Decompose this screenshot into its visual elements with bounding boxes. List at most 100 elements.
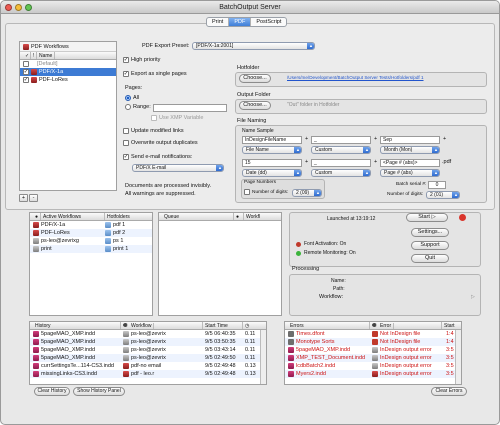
naming-popup-2[interactable]: Custom ▲ bbox=[311, 146, 371, 154]
naming-popup-4[interactable]: Date (dd) ▲ bbox=[242, 169, 302, 177]
serial-digits-popup[interactable]: 2 (01) ▲ bbox=[426, 191, 460, 199]
minimize-window-button[interactable] bbox=[15, 4, 22, 11]
column-history[interactable]: History bbox=[33, 322, 121, 329]
naming-field-6[interactable]: <Page # (abs)> bbox=[380, 159, 440, 167]
page-numbers-label: Page Numbers bbox=[244, 180, 276, 185]
workflow-item-default[interactable]: [Default] bbox=[20, 60, 116, 68]
errors-scrollbar[interactable] bbox=[455, 330, 461, 384]
pages-all-radio[interactable] bbox=[125, 95, 131, 101]
preset-popup[interactable]: [PDF/X-1a:2001] ▲ bbox=[192, 42, 315, 50]
range-field[interactable] bbox=[153, 104, 227, 112]
send-email-option[interactable]: Send e-mail notifications: bbox=[123, 154, 192, 160]
send-email-checkbox[interactable] bbox=[123, 154, 129, 160]
show-history-panel-button[interactable]: Show History Panel bbox=[73, 387, 125, 396]
overwrite-option[interactable]: Overwrite output duplicates bbox=[123, 140, 198, 146]
column-workflow[interactable]: Workfl bbox=[244, 213, 262, 220]
hotfolder-path-link[interactable]: /Users/me/Development/BatchOutput Server… bbox=[287, 75, 424, 80]
processing-workflow-label: Workflow: bbox=[319, 294, 344, 300]
page-digits-checkbox[interactable] bbox=[244, 189, 250, 195]
update-links-checkbox[interactable] bbox=[123, 128, 129, 134]
tab-pdf[interactable]: PDF bbox=[229, 18, 252, 26]
workflow-enabled-checkbox[interactable] bbox=[23, 61, 29, 67]
error-row[interactable]: Monotype Sorts Not InDesign file 1:4 bbox=[285, 338, 461, 346]
column-start-time[interactable]: Start Time bbox=[203, 322, 243, 329]
history-row[interactable]: 5pageMAO_XMP.indd ps-leo@zevrix 9/5 06:40:… bbox=[30, 330, 266, 338]
output-choose-button[interactable]: Choose... bbox=[239, 101, 271, 110]
clear-history-button[interactable]: Clear History bbox=[34, 387, 70, 396]
active-workflow-row[interactable]: print print 1 bbox=[30, 245, 152, 253]
naming-field-1[interactable]: InDesignFileName bbox=[242, 136, 302, 144]
naming-popup-1[interactable]: File Name ▲ bbox=[242, 146, 302, 154]
remove-workflow-button[interactable]: - bbox=[29, 194, 38, 202]
error-row[interactable]: Myers2.indd InDesign output error 3:5 bbox=[285, 370, 461, 378]
naming-field-5[interactable]: _ bbox=[311, 159, 371, 167]
high-priority-checkbox[interactable] bbox=[123, 57, 129, 63]
printer-icon bbox=[123, 355, 129, 361]
queue-header: Queue ● Workfl bbox=[159, 213, 281, 221]
history-row[interactable]: 5pageMAO_XMP.indd ps-leo@zevrix 9/5 03:43:… bbox=[30, 346, 266, 354]
column-start[interactable]: Start bbox=[442, 322, 457, 329]
batch-serial-field[interactable]: 0 bbox=[428, 181, 446, 189]
history-row[interactable]: missingLinks-CS3.indd pdf - leo.r 9/5 02:4… bbox=[30, 370, 266, 378]
naming-popup-5[interactable]: Custom ▲ bbox=[311, 169, 371, 177]
workflow-item-pdf-lores[interactable]: PDF-LoRes bbox=[20, 76, 116, 84]
column-hotfolders[interactable]: Hotfolders bbox=[105, 213, 132, 220]
zoom-window-button[interactable] bbox=[25, 4, 32, 11]
column-error[interactable]: Error bbox=[370, 322, 442, 329]
history-row[interactable]: 5pageMAO_XMP.indd ps-leo@zevrix 9/5 03:50:… bbox=[30, 338, 266, 346]
font-icon bbox=[296, 241, 301, 247]
indesign-icon bbox=[33, 371, 39, 377]
page-digits-option[interactable]: Number of digits: bbox=[244, 189, 288, 195]
settings-button[interactable]: Settings... bbox=[411, 228, 449, 237]
naming-field-3[interactable]: Sep bbox=[380, 136, 440, 144]
error-row[interactable]: lcdbBatch2.indd InDesign output error 3:5 bbox=[285, 362, 461, 370]
close-window-button[interactable] bbox=[5, 4, 12, 11]
email-popup[interactable]: PDF/X E-mail ▲ bbox=[132, 164, 224, 172]
naming-popup-3[interactable]: Month (Mon) ▲ bbox=[380, 146, 440, 154]
add-workflow-button[interactable]: + bbox=[19, 194, 28, 202]
active-workflow-row[interactable]: PDF/X-1a pdf 1 bbox=[30, 221, 152, 229]
tab-postscript[interactable]: PostScript bbox=[251, 18, 286, 26]
history-row[interactable]: 5pageMAO_XMP.indd ps-leo@zevrix 9/5 02:49:… bbox=[30, 354, 266, 362]
pages-range-option[interactable]: Range: bbox=[125, 104, 151, 110]
quit-button[interactable]: Quit bbox=[411, 254, 449, 263]
history-row[interactable]: currSettingsTe...114-CS3.indd pdf-no emai… bbox=[30, 362, 266, 370]
printer-icon bbox=[123, 331, 129, 337]
active-workflow-row[interactable]: PDF-LoRes pdf 2 bbox=[30, 229, 152, 237]
hotfolder-title: Hotfolder bbox=[237, 65, 260, 71]
play-icon[interactable]: ▷ bbox=[471, 294, 475, 300]
clear-errors-button[interactable]: Clear Errors bbox=[431, 387, 467, 396]
column-active-workflows[interactable]: Active Workflows bbox=[41, 213, 105, 220]
error-row[interactable]: Times.dfont Not InDesign file 1:4 bbox=[285, 330, 461, 338]
stop-icon[interactable] bbox=[459, 214, 466, 221]
workflow-item-pdfx1a[interactable]: PDF/X-1a bbox=[20, 68, 116, 76]
pages-all-option[interactable]: All bbox=[125, 95, 139, 101]
column-name[interactable]: Name bbox=[37, 52, 56, 59]
page-digits-popup[interactable]: 2 (09) ▲ bbox=[292, 189, 322, 197]
workflow-enabled-checkbox[interactable] bbox=[23, 77, 29, 83]
naming-popup-6[interactable]: Page # (abs) ▲ bbox=[380, 169, 440, 177]
note-warnings: All warnings are suppressed. bbox=[125, 191, 196, 197]
naming-field-2[interactable]: _ bbox=[311, 136, 371, 144]
pages-range-radio[interactable] bbox=[125, 104, 131, 110]
column-workflow[interactable]: Workflow bbox=[121, 322, 203, 329]
overwrite-checkbox[interactable] bbox=[123, 140, 129, 146]
export-single-option[interactable]: Export as single pages bbox=[123, 71, 187, 77]
export-single-checkbox[interactable] bbox=[123, 71, 129, 77]
start-button[interactable]: Start ▷ bbox=[406, 213, 448, 222]
tab-print[interactable]: Print bbox=[207, 18, 230, 26]
high-priority-option[interactable]: High priority bbox=[123, 57, 160, 63]
column-queue[interactable]: Queue bbox=[162, 213, 234, 220]
error-row[interactable]: 5pageMAO_XMP.indd InDesign output error 3:… bbox=[285, 346, 461, 354]
workflow-enabled-checkbox[interactable] bbox=[23, 69, 29, 75]
column-errors[interactable]: Errors bbox=[288, 322, 370, 329]
use-xmp-checkbox bbox=[151, 115, 157, 121]
support-button[interactable]: Support bbox=[411, 241, 449, 250]
history-scrollbar[interactable] bbox=[260, 330, 266, 384]
folder-icon bbox=[105, 230, 111, 236]
active-workflow-row[interactable]: ps-leo@zevrixg ps 1 bbox=[30, 237, 152, 245]
error-row[interactable]: XMP_TEST_Document.indd InDesign output er… bbox=[285, 354, 461, 362]
update-links-option[interactable]: Update modified links bbox=[123, 128, 184, 134]
naming-field-4[interactable]: 15 bbox=[242, 159, 302, 167]
hotfolder-choose-button[interactable]: Choose... bbox=[239, 74, 271, 83]
